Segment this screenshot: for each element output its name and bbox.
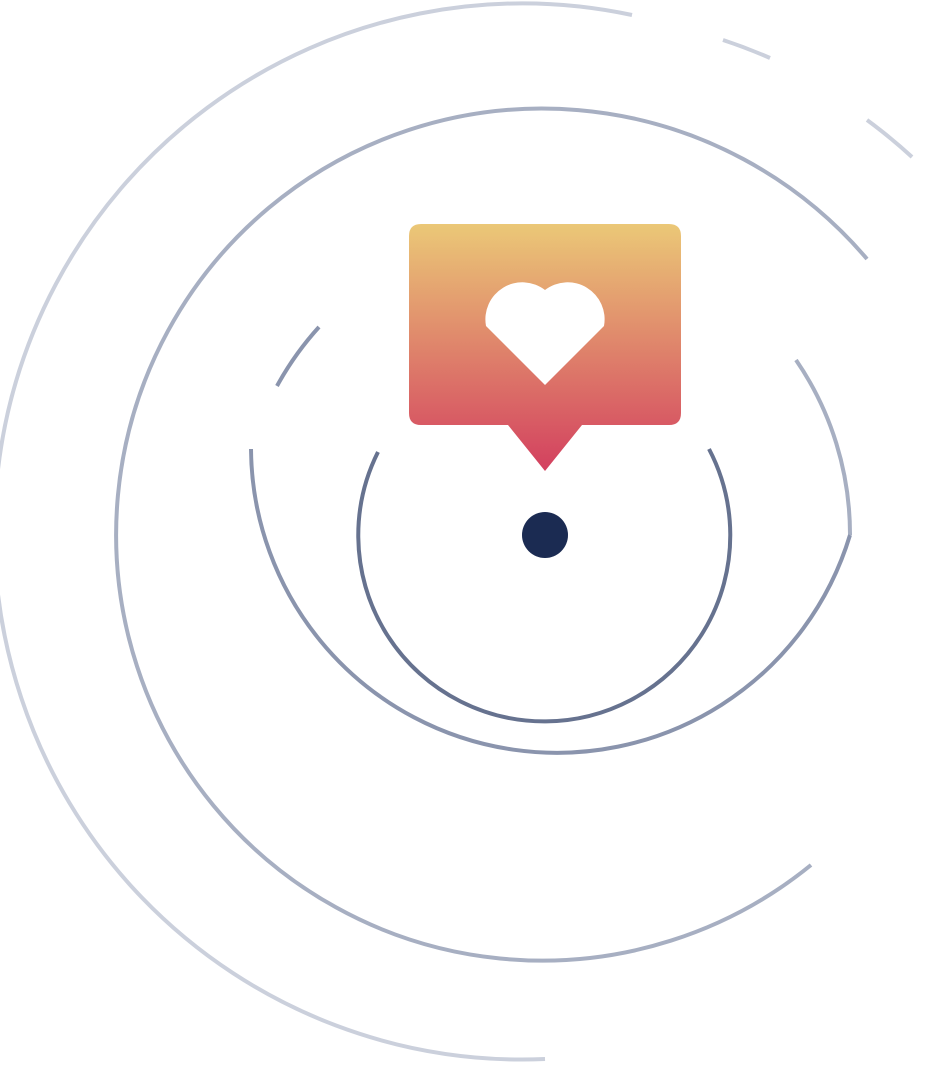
ring-inner-arc [356,448,733,724]
ring-outermost [0,1,914,1062]
ring-outer-arc-2 [794,358,853,536]
speech-bubble-icon [409,224,681,471]
ring-inner [356,448,733,724]
location-dot-icon [522,512,568,558]
radar-illustration [0,1,914,1062]
ring-middle-dash [275,325,321,387]
ring-outermost-dash-2 [865,118,914,159]
illustration-canvas [0,0,928,1065]
ring-middle-arc [249,448,852,755]
ring-outermost-dash-1 [722,38,771,60]
